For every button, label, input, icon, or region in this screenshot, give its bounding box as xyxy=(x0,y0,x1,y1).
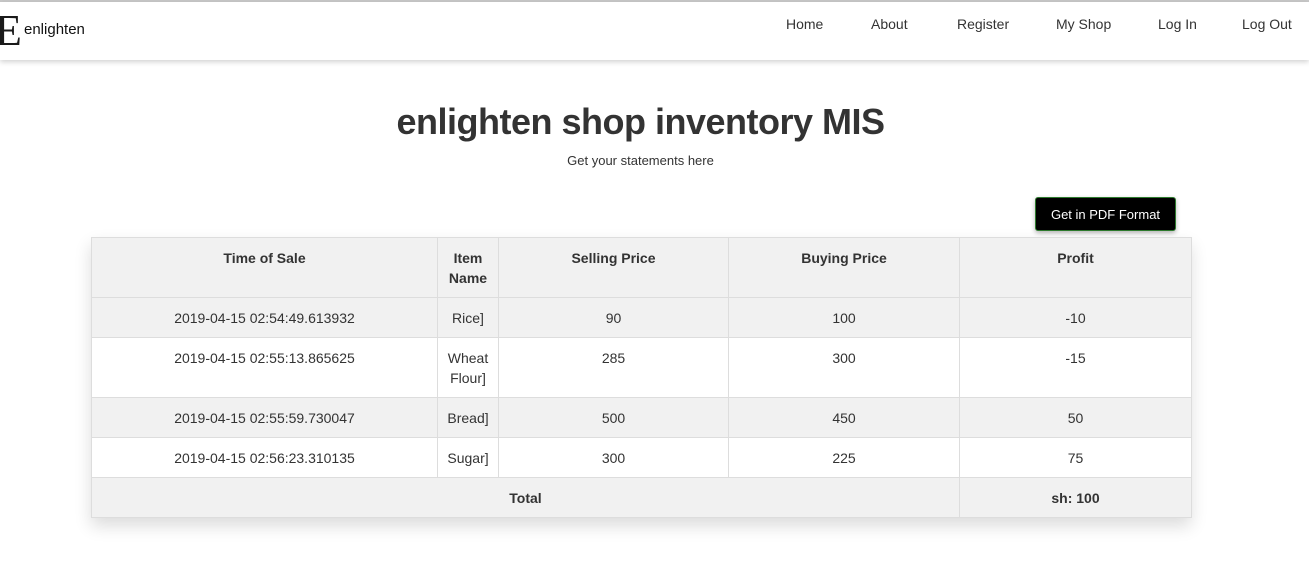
cell-buying-price: 450 xyxy=(728,397,960,438)
cell-time: 2019-04-15 02:54:49.613932 xyxy=(91,297,438,338)
cell-time: 2019-04-15 02:55:59.730047 xyxy=(91,397,438,438)
table-row: 2019-04-15 02:55:13.865625 Wheat Flour] … xyxy=(91,337,1192,398)
nav-menu: Home About Register My Shop Log In Log O… xyxy=(0,16,1309,38)
cell-profit: 50 xyxy=(959,397,1192,438)
get-pdf-button[interactable]: Get in PDF Format xyxy=(1035,197,1176,231)
cell-buying-price: 300 xyxy=(728,337,960,398)
nav-my-shop-link[interactable]: My Shop xyxy=(1056,16,1111,32)
column-header-time-of-sale: Time of Sale xyxy=(91,237,438,298)
table-row: 2019-04-15 02:54:49.613932 Rice] 90 100 … xyxy=(91,297,1192,338)
nav-about-link[interactable]: About xyxy=(871,16,908,32)
cell-item: Wheat Flour] xyxy=(437,337,499,398)
page-title: enlighten shop inventory MIS xyxy=(396,101,885,142)
statements-table-card: Time of Sale Item Name Selling Price Buy… xyxy=(91,237,1192,518)
table-row: 2019-04-15 02:55:59.730047 Bread] 500 45… xyxy=(91,397,1192,438)
cell-buying-price: 100 xyxy=(728,297,960,338)
cell-profit: -15 xyxy=(959,337,1192,398)
cell-time: 2019-04-15 02:56:23.310135 xyxy=(91,437,438,478)
nav-home-link[interactable]: Home xyxy=(786,16,823,32)
navbar: E enlighten Home About Register My Shop … xyxy=(0,2,1309,60)
cell-item: Bread] xyxy=(437,397,499,438)
total-value: sh: 100 xyxy=(959,477,1192,518)
cell-selling-price: 90 xyxy=(498,297,729,338)
column-header-profit: Profit xyxy=(959,237,1192,298)
table-header-row: Time of Sale Item Name Selling Price Buy… xyxy=(91,237,1192,298)
total-label: Total xyxy=(91,477,960,518)
cell-item: Sugar] xyxy=(437,437,499,478)
cell-item: Rice] xyxy=(437,297,499,338)
table-total-row: Total sh: 100 xyxy=(91,477,1192,518)
cell-buying-price: 225 xyxy=(728,437,960,478)
cell-profit: -10 xyxy=(959,297,1192,338)
cell-selling-price: 285 xyxy=(498,337,729,398)
table-row: 2019-04-15 02:56:23.310135 Sugar] 300 22… xyxy=(91,437,1192,478)
cell-selling-price: 500 xyxy=(498,397,729,438)
nav-register-link[interactable]: Register xyxy=(957,16,1009,32)
column-header-selling-price: Selling Price xyxy=(498,237,729,298)
statements-table: Time of Sale Item Name Selling Price Buy… xyxy=(91,237,1192,518)
cell-profit: 75 xyxy=(959,437,1192,478)
cell-time: 2019-04-15 02:55:13.865625 xyxy=(91,337,438,398)
nav-log-out-link[interactable]: Log Out xyxy=(1242,16,1292,32)
nav-log-in-link[interactable]: Log In xyxy=(1158,16,1197,32)
cell-selling-price: 300 xyxy=(498,437,729,478)
column-header-buying-price: Buying Price xyxy=(728,237,960,298)
column-header-item-name: Item Name xyxy=(437,237,499,298)
page-subtitle: Get your statements here xyxy=(567,153,714,168)
